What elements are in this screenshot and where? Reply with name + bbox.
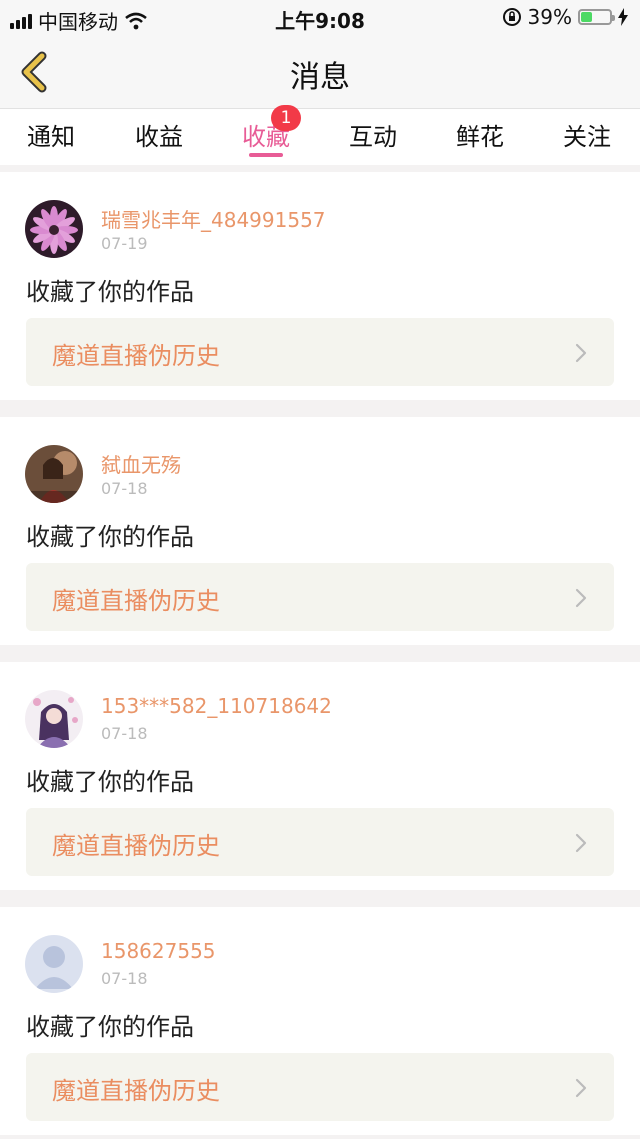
work-link[interactable]: 魔道直播伪历史 (26, 808, 614, 876)
message-date: 07-18 (101, 479, 148, 498)
avatar[interactable] (25, 690, 83, 748)
charging-icon (618, 8, 628, 26)
chevron-right-icon (575, 343, 587, 363)
status-bar: 中国移动 上午9:08 39% (0, 0, 640, 36)
work-title: 魔道直播伪历史 (52, 587, 220, 615)
work-title: 魔道直播伪历史 (52, 1077, 220, 1105)
tab-label: 收益 (135, 123, 183, 151)
tab-label: 鲜花 (456, 123, 504, 151)
nav-bar: 消息 (0, 36, 640, 108)
character-avatar-icon (25, 445, 83, 503)
message-card: 153***582_110718642 07-18 收藏了你的作品 魔道直播伪历… (0, 662, 640, 890)
tab-notifications[interactable]: 通知 (11, 117, 91, 152)
message-date: 07-18 (101, 724, 148, 743)
chevron-right-icon (575, 1078, 587, 1098)
username[interactable]: 158627555 (101, 939, 216, 963)
tab-flowers[interactable]: 鲜花 (440, 117, 520, 152)
tab-label: 关注 (563, 123, 611, 151)
default-avatar-icon (25, 935, 83, 993)
page-title: 消息 (290, 60, 350, 95)
orientation-lock-icon (502, 8, 521, 26)
message-date: 07-18 (101, 969, 148, 988)
battery-icon (578, 9, 615, 25)
work-link[interactable]: 魔道直播伪历史 (26, 318, 614, 386)
avatar[interactable] (25, 935, 83, 993)
work-title: 魔道直播伪历史 (52, 832, 220, 860)
tab-bar: 通知 收益 收藏 1 互动 鲜花 关注 (0, 105, 640, 165)
avatar[interactable] (25, 200, 83, 258)
tab-earnings[interactable]: 收益 (119, 117, 199, 152)
action-text: 收藏了你的作品 (26, 278, 194, 306)
username[interactable]: 弑血无殇 (101, 449, 181, 478)
tab-interactions[interactable]: 互动 (333, 117, 413, 152)
active-tab-indicator (249, 153, 283, 157)
avatar[interactable] (25, 445, 83, 503)
status-right: 39% (502, 5, 628, 29)
action-text: 收藏了你的作品 (26, 768, 194, 796)
message-card: 158627555 07-18 收藏了你的作品 魔道直播伪历史 (0, 907, 640, 1135)
tab-label: 通知 (27, 123, 75, 151)
battery-percent: 39% (527, 5, 572, 29)
action-text: 收藏了你的作品 (26, 523, 194, 551)
tab-favorites[interactable]: 收藏 1 (226, 105, 306, 152)
tab-following[interactable]: 关注 (547, 117, 627, 152)
flower-avatar-icon (25, 200, 83, 258)
message-date: 07-19 (101, 234, 148, 253)
chevron-right-icon (575, 833, 587, 853)
message-card: 弑血无殇 07-18 收藏了你的作品 魔道直播伪历史 (0, 417, 640, 645)
anime-avatar-icon (25, 690, 83, 748)
work-link[interactable]: 魔道直播伪历史 (26, 1053, 614, 1121)
work-link[interactable]: 魔道直播伪历史 (26, 563, 614, 631)
unread-badge: 1 (271, 105, 301, 131)
work-title: 魔道直播伪历史 (52, 342, 220, 370)
username[interactable]: 瑞雪兆丰年_484991557 (101, 204, 326, 233)
message-card: 瑞雪兆丰年_484991557 07-19 收藏了你的作品 魔道直播伪历史 (0, 172, 640, 400)
chevron-right-icon (575, 588, 587, 608)
action-text: 收藏了你的作品 (26, 1013, 194, 1041)
username[interactable]: 153***582_110718642 (101, 694, 332, 718)
tab-label: 互动 (349, 123, 397, 151)
